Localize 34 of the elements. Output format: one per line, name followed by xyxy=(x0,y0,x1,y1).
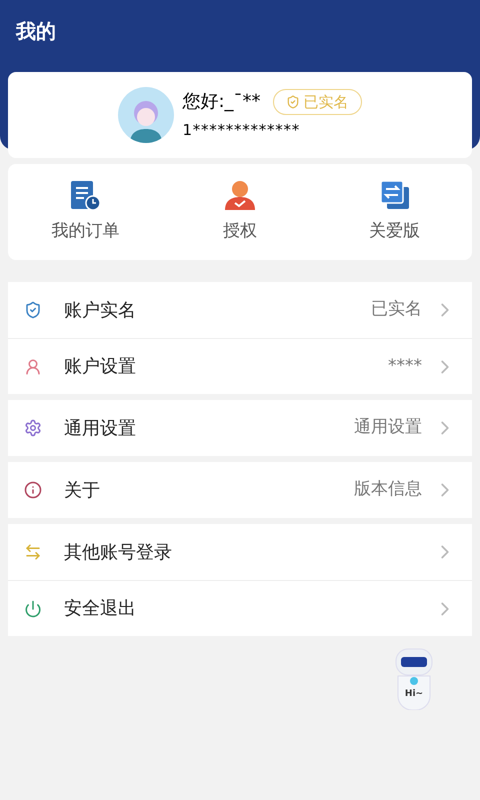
shield-icon xyxy=(286,94,300,109)
menu-value: 已实名 xyxy=(371,298,422,322)
user-icon xyxy=(24,358,42,376)
info-icon xyxy=(24,481,42,499)
shield-icon xyxy=(24,301,42,319)
robot-greeting: Hi~ xyxy=(404,690,424,699)
greeting-text: 您好:_ˉ** xyxy=(182,90,261,114)
power-icon xyxy=(24,600,42,618)
shortcut-item[interactable]: 授权 xyxy=(162,179,318,245)
menu-value: 通用设置 xyxy=(354,416,422,440)
shortcut-item[interactable]: 关爱版 xyxy=(317,179,472,245)
menu-row[interactable]: 账户设置 **** xyxy=(8,338,472,394)
swap-icon xyxy=(24,543,42,561)
menu-row[interactable]: 安全退出 xyxy=(8,580,472,636)
menu-label: 账户设置 xyxy=(64,355,137,379)
shortcut-item[interactable]: 我的订单 xyxy=(8,179,163,245)
page-title: 我的 xyxy=(16,18,57,45)
phone-number: 1************* xyxy=(182,120,301,142)
person-check-icon xyxy=(222,179,257,212)
document-clock-icon xyxy=(69,179,102,212)
menu-label: 账户实名 xyxy=(64,298,137,322)
verified-badge: 已实名 xyxy=(272,88,362,115)
settings-icon xyxy=(24,419,42,437)
menu-label: 安全退出 xyxy=(64,597,137,621)
swap-cards-icon xyxy=(378,179,411,212)
menu-value: 版本信息 xyxy=(354,478,422,502)
menu-row[interactable]: 通用设置 通用设置 xyxy=(8,400,472,456)
menu-label: 通用设置 xyxy=(64,416,137,440)
menu-label: 关于 xyxy=(64,478,101,502)
menu-row[interactable]: 其他账号登录 xyxy=(8,524,472,580)
menu-row[interactable]: 关于 版本信息 xyxy=(8,462,472,518)
menu-label: 其他账号登录 xyxy=(64,540,173,564)
menu-row[interactable]: 账户实名 已实名 xyxy=(8,282,472,338)
menu-value: **** xyxy=(388,354,422,378)
